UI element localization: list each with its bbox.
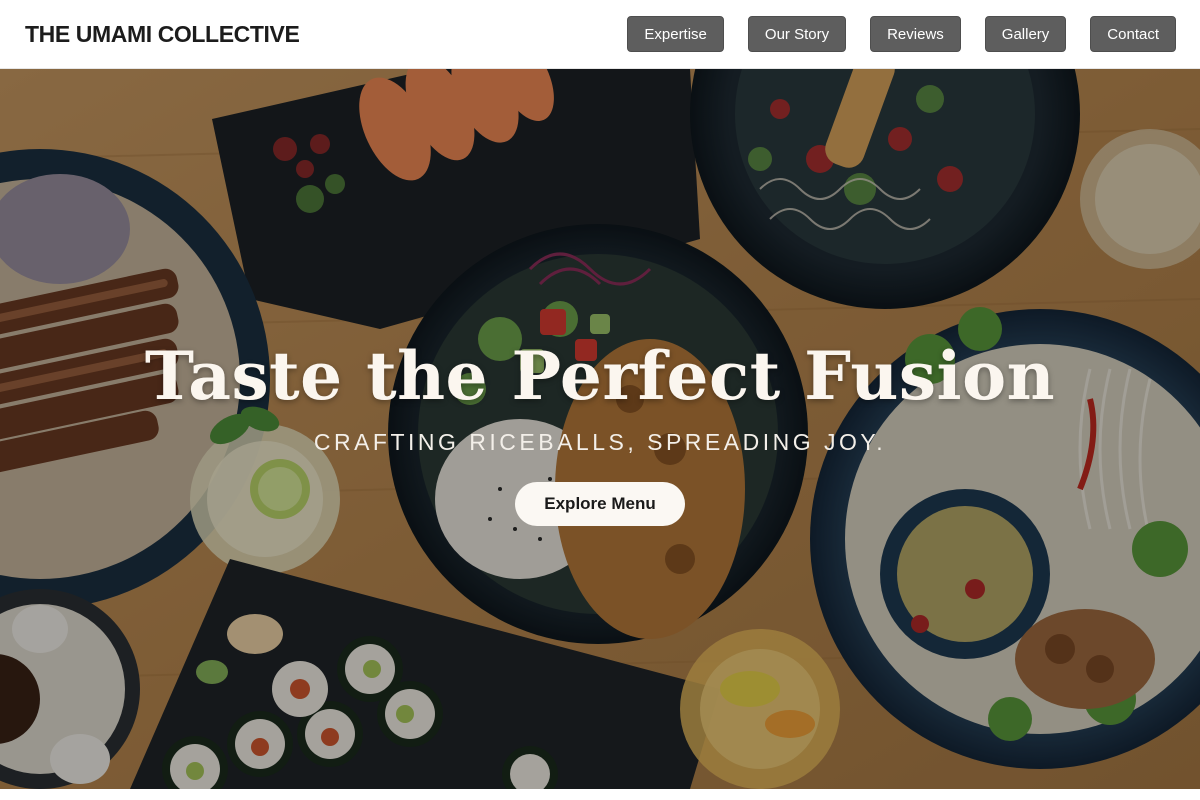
hero-content: Taste the Perfect Fusion Crafting Riceba… [0, 337, 1200, 526]
navbar: THE UMAMI COLLECTIVE Expertise Our Story… [0, 0, 1200, 69]
hero-section: Taste the Perfect Fusion Crafting Riceba… [0, 69, 1200, 789]
hero-headline: Taste the Perfect Fusion [144, 337, 1056, 415]
nav-expertise-button[interactable]: Expertise [627, 16, 724, 52]
nav-gallery-button[interactable]: Gallery [984, 16, 1067, 52]
nav-contact-button[interactable]: Contact [1090, 16, 1176, 52]
explore-menu-button[interactable]: Explore Menu [515, 481, 685, 526]
hero-tagline: Crafting Riceballs, Spreading Joy. [313, 428, 887, 455]
brand-logo[interactable]: THE UMAMI COLLECTIVE [25, 21, 300, 48]
nav-reviews-button[interactable]: Reviews [870, 16, 961, 52]
page-bottom-edge [0, 789, 1200, 800]
nav-links: Expertise Our Story Reviews Gallery Cont… [627, 16, 1176, 52]
nav-our-story-button[interactable]: Our Story [747, 16, 847, 52]
